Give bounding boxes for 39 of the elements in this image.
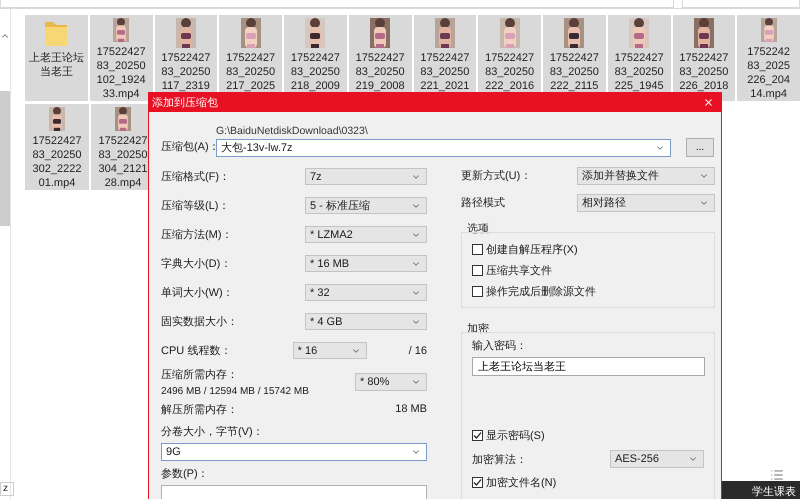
file-name: 17522427 83_20250 222_2016 (485, 51, 534, 93)
checkbox-label: 操作完成后删除源文件 (486, 284, 596, 298)
memory-detail: 2496 MB / 12594 MB / 15742 MB (161, 386, 309, 397)
checkbox-label: 创建自解压程序(X) (486, 242, 578, 256)
file-name: 17522427 83_20250 226_2018 (679, 51, 728, 93)
file-name: 17522427 83_20250 219_2008 (356, 51, 405, 93)
file-name: 17522427 83_20250 222_2115 (550, 51, 599, 93)
checkbox-label: 加密文件名(N) (486, 476, 556, 490)
file-name: 上老王论坛 当老王 (28, 51, 84, 79)
setting-label: CPU 线程数： (161, 344, 232, 358)
file-name: 17522427 83_20250 217_2025 (226, 51, 276, 93)
archive-label: 压缩包(A)： (161, 140, 216, 154)
file-name: 17522427 83_20250 117_2319 (161, 51, 210, 93)
setting-label: 压缩方法(M)： (161, 228, 232, 242)
setting-label: 固实数据大小： (161, 314, 238, 329)
memory-label: 压缩所需内存： (161, 368, 239, 382)
file-name: 17522427 83_20250 221_2021 (420, 51, 470, 93)
setting-label: 压缩等级(L)： (161, 198, 230, 213)
setting-label: 字典大小(D)： (161, 256, 232, 271)
thread-count: / 16 (408, 344, 427, 356)
split-label: 分卷大小，字节(V)： (161, 424, 265, 439)
setting-label: 单词大小(W)： (161, 286, 234, 300)
checkbox-label: 显示密码(S) (486, 428, 545, 443)
password-label: 输入密码： (472, 338, 528, 353)
decompress-memory-label: 解压所需内存： (161, 402, 238, 416)
archive-path: G:\BaiduNetdiskDownload\0323\ (216, 124, 369, 138)
encryption-method-label: 加密算法： (472, 452, 527, 466)
path-mode-label: 路径模式 (461, 196, 505, 210)
update-mode-label: 更新方式(U)： (461, 168, 532, 183)
file-name: 17522427 83_20250 102_1924 33.mp4 (96, 45, 146, 101)
setting-label: 压缩格式(F)： (161, 170, 230, 184)
checkbox-label: 压缩共享文件 (486, 264, 552, 278)
file-name: 17522427 83_20250 225_1945 (614, 51, 664, 93)
file-name: 17522427 83_20250 218_2009 (290, 51, 340, 93)
file-name: 17522427 83_20250 302_2222 01.mp4 (32, 134, 82, 190)
file-name: 17522427 83_20250 304_2121 28.mp4 (98, 134, 148, 190)
file-name: 1752242 83_2025 226_204 14.mp4 (747, 45, 790, 101)
parameters-label: 参数(P)： (161, 467, 210, 481)
decompress-memory-value: 18 MB (395, 403, 427, 415)
